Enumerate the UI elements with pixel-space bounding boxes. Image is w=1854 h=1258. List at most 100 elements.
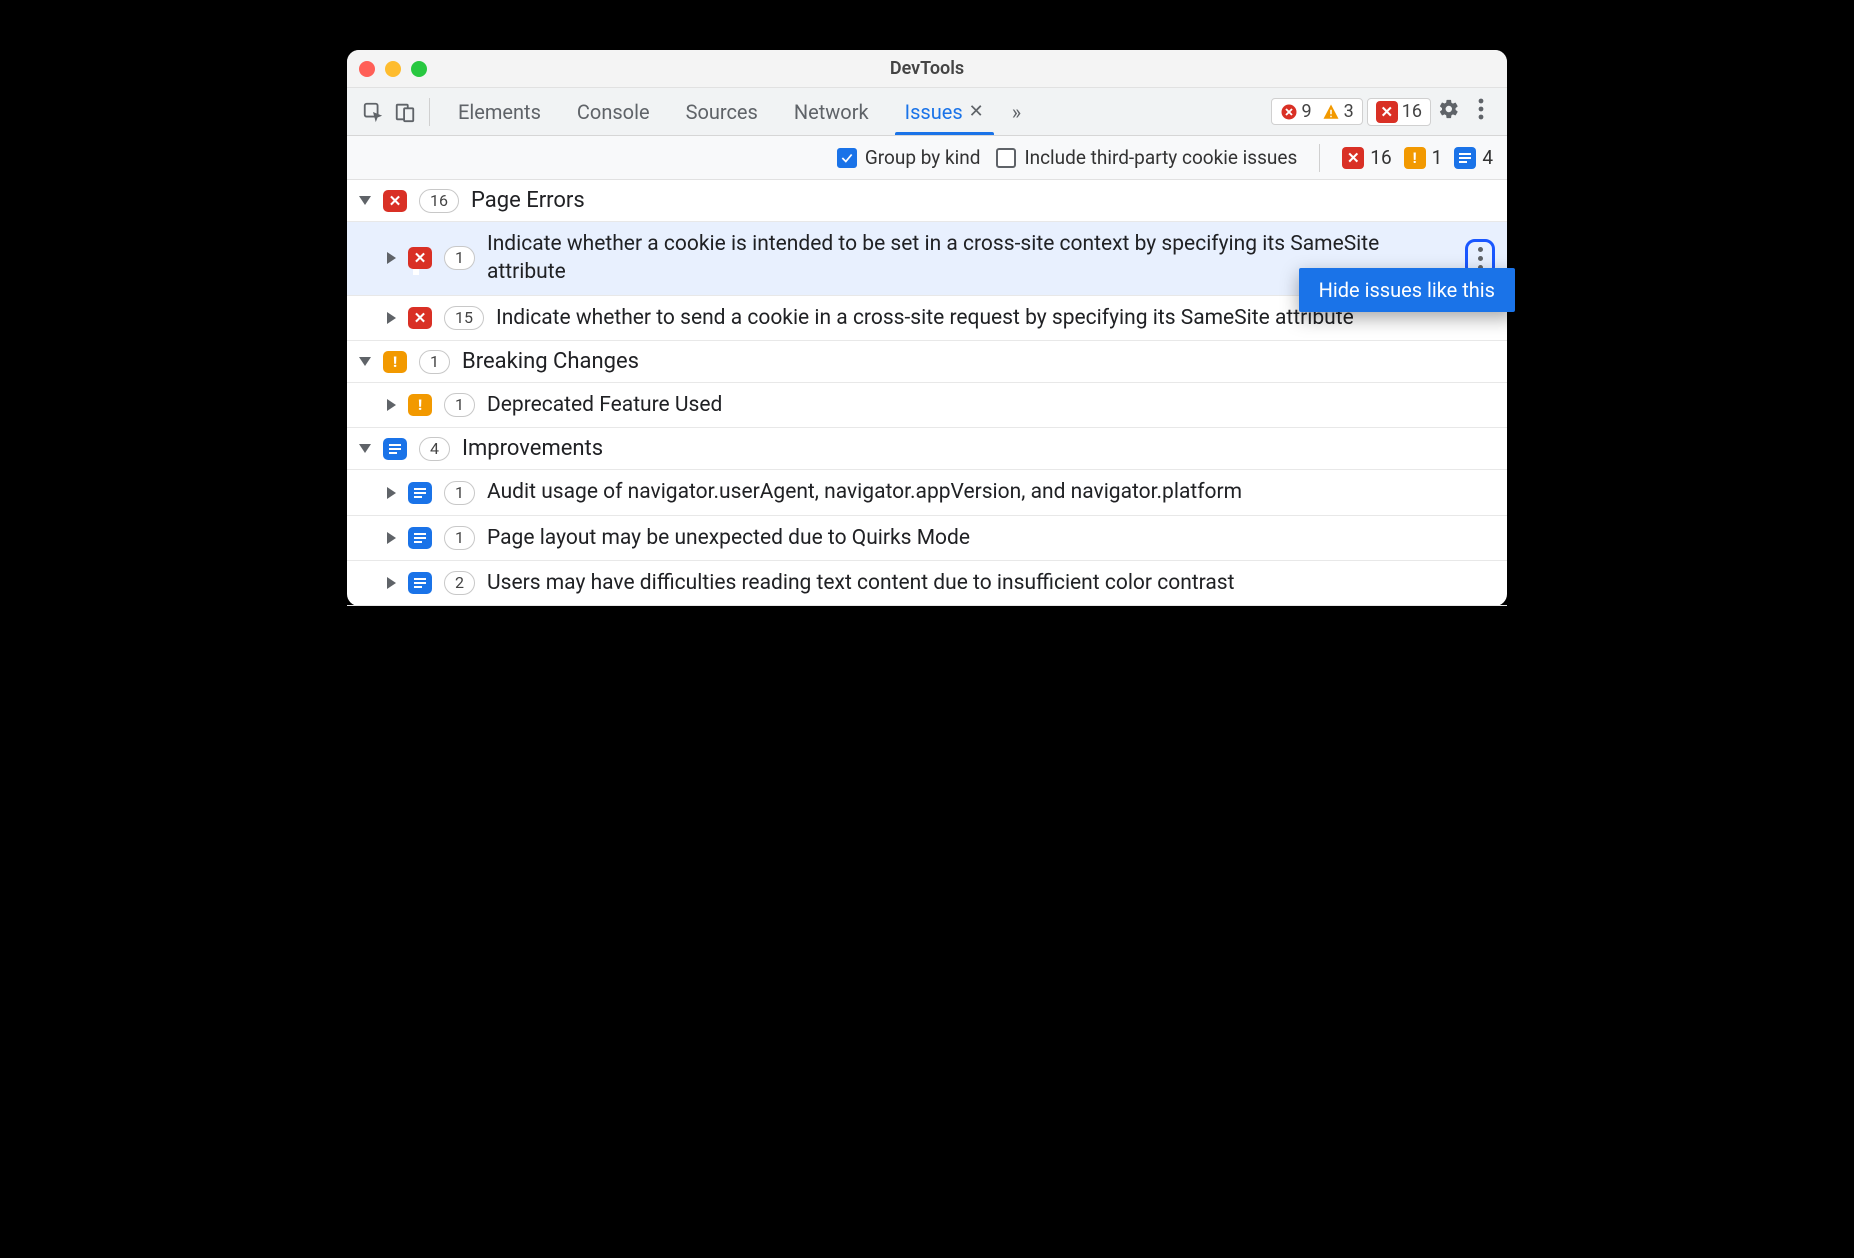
error-count-item[interactable]: ✕ 16 [1342, 146, 1391, 169]
tab-label: Sources [686, 100, 758, 124]
issue-count: 2 [444, 571, 475, 595]
disclosure-triangle-right-icon [387, 312, 396, 324]
disclosure-triangle-right-icon [387, 252, 396, 264]
context-menu-hide-issues[interactable]: Hide issues like this [1299, 268, 1515, 312]
error-badge-icon: ✕ [1376, 101, 1398, 123]
traffic-lights [359, 61, 427, 77]
issue-count: 15 [444, 306, 484, 330]
devtools-window: DevTools Elements Console Sources Networ… [347, 50, 1507, 606]
tab-network[interactable]: Network [776, 88, 887, 135]
issues-counter[interactable]: ✕ 16 [1367, 98, 1431, 126]
tab-label: Issues [905, 100, 963, 124]
window-title: DevTools [347, 58, 1507, 79]
count: 16 [1370, 146, 1391, 169]
warning-icon [1322, 103, 1340, 121]
group-by-kind-checkbox[interactable]: Group by kind [837, 146, 981, 169]
count: 1 [1432, 146, 1443, 169]
issue-row[interactable]: 2 Users may have difficulties reading te… [347, 561, 1507, 606]
tab-console[interactable]: Console [559, 88, 668, 135]
group-page-errors[interactable]: ✕ 16 Page Errors [347, 180, 1507, 222]
group-breaking-changes[interactable]: ! 1 Breaking Changes [347, 341, 1507, 383]
separator [1319, 144, 1320, 172]
issue-row[interactable]: 1 Audit usage of navigator.userAgent, na… [347, 470, 1507, 515]
group-count: 16 [419, 189, 459, 213]
info-bubble-icon [408, 527, 432, 549]
disclosure-triangle-down-icon [359, 444, 371, 453]
issue-title: Deprecated Feature Used [487, 391, 1495, 419]
disclosure-triangle-down-icon [359, 357, 371, 366]
device-toolbar-button[interactable] [391, 98, 419, 126]
tab-sources[interactable]: Sources [668, 88, 776, 135]
issue-title: Page layout may be unexpected due to Qui… [487, 524, 1495, 552]
titlebar: DevTools [347, 50, 1507, 88]
checkbox-icon [996, 148, 1016, 168]
issue-kind-counts: ✕ 16 ! 1 4 [1342, 146, 1493, 169]
error-icon [1280, 103, 1298, 121]
issue-count: 1 [444, 393, 475, 417]
info-bubble-icon [408, 482, 432, 504]
warning-count: 3 [1344, 101, 1354, 122]
close-tab-button[interactable]: ✕ [969, 101, 984, 122]
group-improvements[interactable]: 4 Improvements [347, 428, 1507, 470]
issues-list: ✕ 16 Page Errors ✕ 1 Indicate whether a … [347, 180, 1507, 606]
error-count: 9 [1302, 101, 1312, 122]
disclosure-triangle-right-icon [387, 577, 396, 589]
window-zoom-button[interactable] [411, 61, 427, 77]
disclosure-triangle-right-icon [387, 399, 396, 411]
issue-error-count: 16 [1402, 101, 1422, 122]
warning-count-item[interactable]: ! 1 [1404, 146, 1443, 169]
error-bubble-icon: ✕ [383, 190, 407, 212]
devtools-tabs: Elements Console Sources Network Issues … [440, 88, 1031, 135]
issue-title: Users may have difficulties reading text… [487, 569, 1495, 597]
issue-count: 1 [444, 246, 475, 270]
checkbox-label: Group by kind [865, 146, 981, 169]
window-minimize-button[interactable] [385, 61, 401, 77]
count: 4 [1482, 146, 1493, 169]
warning-bubble-icon: ! [408, 394, 432, 416]
info-bubble-icon [408, 572, 432, 594]
disclosure-triangle-down-icon [359, 196, 371, 205]
menu-item-label: Hide issues like this [1319, 278, 1495, 302]
warning-badge-icon: ! [1404, 147, 1426, 169]
kebab-icon [1478, 98, 1484, 126]
more-tabs-button[interactable]: » [1002, 88, 1031, 135]
group-label: Improvements [462, 436, 603, 461]
disclosure-triangle-right-icon [387, 487, 396, 499]
chevrons-icon: » [1012, 100, 1021, 124]
tab-label: Network [794, 100, 869, 124]
toolbar-separator [429, 98, 430, 126]
disclosure-triangle-right-icon [387, 532, 396, 544]
gear-icon [1438, 98, 1460, 126]
tab-label: Elements [458, 100, 541, 124]
issues-options-bar: Group by kind Include third-party cookie… [347, 136, 1507, 180]
group-label: Breaking Changes [462, 349, 639, 374]
issue-row[interactable]: 1 Page layout may be unexpected due to Q… [347, 516, 1507, 561]
console-counter[interactable]: 9 3 [1271, 98, 1363, 125]
checkbox-label: Include third-party cookie issues [1024, 146, 1297, 169]
settings-button[interactable] [1435, 98, 1463, 126]
tab-elements[interactable]: Elements [440, 88, 559, 135]
tab-label: Console [577, 100, 650, 124]
info-count-item[interactable]: 4 [1454, 146, 1493, 169]
window-close-button[interactable] [359, 61, 375, 77]
issue-title: Audit usage of navigator.userAgent, navi… [487, 478, 1495, 506]
issue-row[interactable]: ✕ 1 Indicate whether a cookie is intende… [347, 222, 1507, 296]
devtools-toolbar: Elements Console Sources Network Issues … [347, 88, 1507, 136]
info-badge-icon [1454, 147, 1476, 169]
group-count: 4 [419, 437, 450, 461]
warning-bubble-icon: ! [383, 351, 407, 373]
error-bubble-icon: ✕ [408, 307, 432, 329]
error-bubble-icon: ✕ [408, 247, 432, 269]
group-label: Page Errors [471, 188, 585, 213]
info-bubble-icon [383, 438, 407, 460]
more-options-button[interactable] [1467, 98, 1495, 126]
group-count: 1 [419, 350, 450, 374]
tab-issues[interactable]: Issues ✕ [887, 88, 1002, 135]
issue-count: 1 [444, 481, 475, 505]
third-party-checkbox[interactable]: Include third-party cookie issues [996, 146, 1297, 169]
error-badge-icon: ✕ [1342, 147, 1364, 169]
checkbox-icon [837, 148, 857, 168]
issue-row[interactable]: ! 1 Deprecated Feature Used [347, 383, 1507, 428]
inspect-element-button[interactable] [359, 98, 387, 126]
issue-count: 1 [444, 526, 475, 550]
